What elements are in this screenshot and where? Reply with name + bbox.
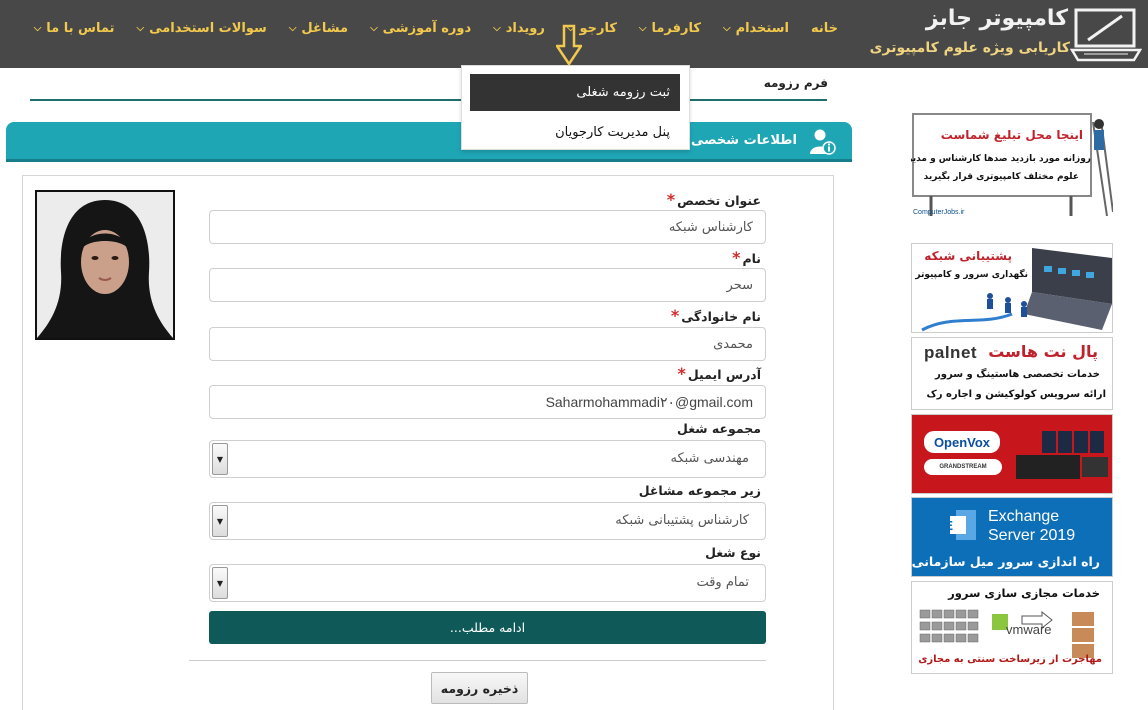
ad-banner-network-support[interactable]: پشتیبانی شبکه نگهداری سرور و کامپیوتر [911,243,1113,333]
ad3-line2: خدمات تخصصی هاستینگ و سرور [935,369,1100,380]
chevron-down-icon: ⌵ [33,22,42,34]
ad5-line3: راه اندازی سرور میل سازمانی [911,554,1100,569]
ad6-brand-vmware: vmware [1006,622,1052,637]
field-label-specialty: عنوان تخصص* [666,190,761,209]
field-label-job-type: نوع شغل [705,545,761,560]
section-header: اطلاعات شخصی [6,122,852,162]
ad1-line3: علوم مختلف کامپیوتری قرار بگیرید [923,172,1079,182]
job-category-value: مهندسی شبکه [670,451,749,466]
site-title: کامپیوتر جابز [925,6,1068,31]
last-name-input[interactable]: محمدی [209,327,766,361]
nav-item-hiring[interactable]: استخدام ⌵ [723,21,789,36]
chevron-down-icon: ⌵ [136,22,145,34]
ad-banner-advertise-here[interactable]: اینجا محل تبلیغ شماست روزانه مورد بازدید… [911,112,1113,220]
svg-text:E: E [948,518,953,533]
exchange-logo-icon: E [948,510,976,540]
ad1-headline: اینجا محل تبلیغ شماست [940,128,1083,142]
laptop-icon [1070,8,1142,62]
nav-item-jobs[interactable]: مشاغل ⌵ [289,21,348,36]
ad1-footer: ComputerJobs.ir [913,209,965,216]
ad6-headline: خدمات مجازی سازی سرور [948,586,1100,600]
job-category-select[interactable]: مهندسی شبکه ▼ [209,440,766,478]
menu-item-jobseeker-panel[interactable]: پنل مدیریت کارجویان [470,114,680,151]
first-name-input[interactable]: سحر [209,268,766,302]
field-label-last-name: نام خانوادگی* [670,306,761,325]
chevron-down-icon: ⌵ [288,22,297,34]
person-photo-icon [37,192,173,338]
nav-item-courses[interactable]: دوره آموزشی ⌵ [370,21,471,36]
page-title: فرم رزومه [763,76,828,90]
profile-photo[interactable] [35,190,175,340]
ad2-line2: نگهداری سرور و کامپیوتر [915,270,1028,280]
chevron-down-icon: ⌵ [638,22,647,34]
ad-banner-exchange-server[interactable]: E Exchange Server 2019 راه اندازی سرور م… [911,497,1113,577]
required-marker: * [677,364,686,383]
ad6-line2: مهاجرت از زیرساخت سنتی به مجازی [918,654,1102,665]
nav-item-events[interactable]: رویداد ⌵ [493,21,545,36]
chevron-down-icon: ⌵ [370,22,378,34]
job-subcategory-value: کارشناس پشتیبانی شبکه [615,513,749,528]
job-type-select[interactable]: تمام وقت ▼ [209,564,766,602]
dropdown-arrow-icon[interactable]: ▼ [212,567,228,599]
ad3-brand-logo: palnet [924,343,978,362]
dropdown-arrow-icon[interactable]: ▼ [212,443,228,475]
ad1-line2: روزانه مورد بازدید صدها کارشناس و مدیر [911,154,1091,164]
menu-item-submit-resume[interactable]: ثبت رزومه شغلی [470,74,680,111]
ad4-brand-grandstream: GRANDSTREAM [924,459,1002,475]
nav-item-employer[interactable]: کارفرما ⌵ [639,21,701,36]
jobseeker-dropdown-menu: ثبت رزومه شغلی پنل مدیریت کارجویان [461,65,690,150]
site-subtitle: کاریابی ویژه علوم کامپیوتری [869,40,1070,56]
save-resume-button[interactable]: ذخیره رزومه [431,672,528,704]
site-logo[interactable]: کامپیوتر جابز کاریابی ویژه علوم کامپیوتر… [870,0,1148,68]
field-label-first-name: نام* [732,248,761,267]
main-nav: خانه استخدام ⌵ کارفرما ⌵ کارجو ⌵ رویداد ⌵ دو… [12,0,838,56]
ad5-line2: Server 2019 [988,527,1076,544]
nav-item-contact[interactable]: تماس با ما ⌵ [34,21,115,36]
ad4-brand-openvox: OpenVox [924,431,1000,453]
job-type-value: تمام وقت [696,575,749,590]
section-title: اطلاعات شخصی [690,133,797,148]
form-divider [189,660,766,661]
email-input[interactable]: Saharmohammadi۲۰@gmail.com [209,385,766,419]
ad-banner-virtualization[interactable]: خدمات مجازی سازی سرور vmware مهاجرت از ز… [911,581,1113,674]
read-more-button[interactable]: ادامه مطلب... [209,611,766,644]
nav-item-interview-questions[interactable]: سوالات استخدامی ⌵ [136,21,266,36]
ad-banner-palnet-host[interactable]: palnet پال نت هاست خدمات تخصصی هاستینگ و… [911,337,1113,410]
field-label-job-subcategory: زیر مجموعه مشاغل [638,483,761,498]
required-marker: * [732,248,741,267]
specialty-input[interactable]: کارشناس شبکه [209,210,766,244]
nav-item-home[interactable]: خانه [811,21,838,36]
ad5-line1: Exchange [988,508,1060,525]
field-label-email: آدرس ایمیل* [677,364,762,383]
required-marker: * [666,190,676,209]
ad3-line3: ارائه سرویس کولوکیشن و اجاره رک [926,389,1106,400]
chevron-down-icon: ⌵ [493,22,501,34]
dropdown-arrow-icon[interactable]: ▼ [212,505,228,537]
site-header: کامپیوتر جابز کاریابی ویژه علوم کامپیوتر… [0,0,1148,68]
user-info-icon [810,129,836,155]
title-divider [30,99,827,101]
ad3-headline: پال نت هاست [988,342,1098,361]
job-subcategory-select[interactable]: کارشناس پشتیبانی شبکه ▼ [209,502,766,540]
ad2-headline: پشتیبانی شبکه [924,249,1012,263]
arrow-down-icon [556,24,582,67]
required-marker: * [670,306,680,325]
ad-banner-openvox[interactable]: OpenVox GRANDSTREAM [911,414,1113,494]
chevron-down-icon: ⌵ [722,22,731,34]
field-label-job-category: مجموعه شغل [677,421,761,436]
server-devices-graphic [1016,431,1108,479]
